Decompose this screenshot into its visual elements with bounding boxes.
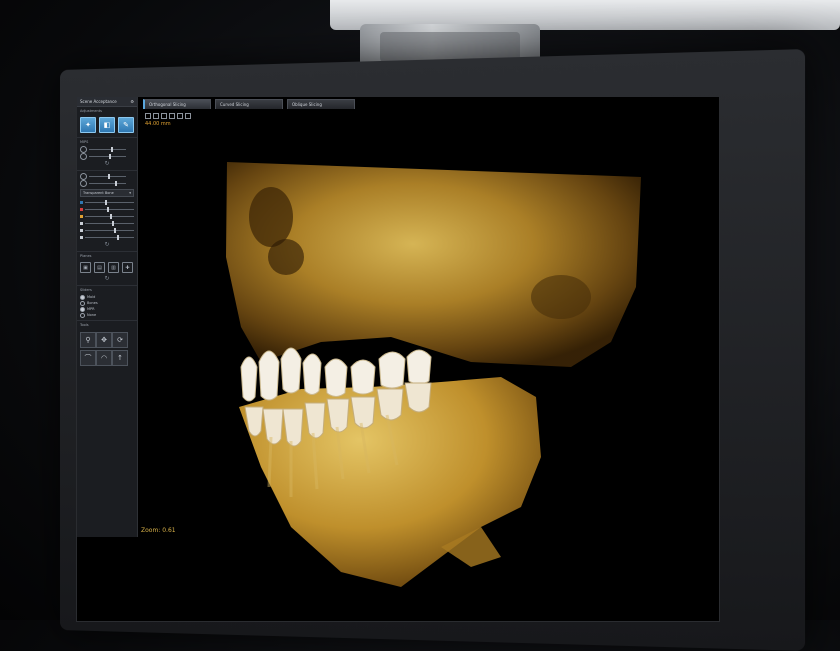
rotate-tool-icon[interactable]: ⟳ — [112, 332, 128, 348]
color-swatch-4 — [80, 222, 83, 225]
monitor-screen: Scene Acceptance ⚙ Adjustments ✦ ◧ ✎ MIP… — [76, 96, 720, 622]
tab-label: Oblique Slicing — [292, 102, 322, 107]
render-mode-button-1[interactable]: ✦ — [80, 117, 96, 133]
pan-tool-icon[interactable]: ✥ — [96, 332, 112, 348]
preset-dropdown[interactable]: Transparent Bone ▾ — [80, 189, 134, 197]
viewer-toolbar — [145, 113, 191, 119]
implant-tool-icon[interactable]: ↑ — [112, 350, 128, 366]
opacity-slider[interactable] — [80, 173, 134, 180]
toolbar-icon-2[interactable] — [153, 113, 159, 119]
tab-orthogonal-slicing[interactable]: Orthogonal Slicing — [143, 99, 211, 109]
tooth-tool-icon[interactable]: ◠ — [96, 350, 112, 366]
settings-icon[interactable]: ⚙ — [130, 99, 134, 104]
zoom-tool-icon[interactable]: ⚲ — [80, 332, 96, 348]
color-slider-2[interactable] — [80, 206, 134, 213]
3d-skull-view[interactable] — [141, 127, 719, 622]
brightness-icon — [80, 146, 87, 153]
radio-none[interactable]: None — [80, 312, 134, 318]
adjustments-section: Adjustments ✦ ◧ ✎ — [77, 107, 137, 138]
plane-axial-icon[interactable]: ▣ — [80, 262, 91, 273]
panel-header: Scene Acceptance ⚙ — [77, 97, 137, 107]
toolbar-icon-5[interactable] — [177, 113, 183, 119]
reset-icon[interactable]: ↻ — [80, 160, 134, 168]
preset-value: Transparent Bone — [83, 191, 114, 195]
reset-icon[interactable]: ↻ — [80, 241, 134, 249]
color-slider-5[interactable] — [80, 227, 134, 234]
radio-mpr-label: MPR — [87, 307, 95, 311]
planes-title: Planes — [80, 254, 92, 258]
diamond-icon — [80, 180, 87, 187]
tab-oblique-slicing[interactable]: Oblique Slicing — [287, 99, 355, 109]
panel-header-title: Scene Acceptance — [80, 99, 117, 104]
rendering-section: Transparent Bone ▾ ↻ — [77, 171, 137, 252]
tab-label: Curved Slicing — [220, 102, 249, 107]
mips-section: MIPS ↻ — [77, 138, 137, 171]
control-panel: Scene Acceptance ⚙ Adjustments ✦ ◧ ✎ MIP… — [77, 97, 138, 537]
color-slider-3[interactable] — [80, 213, 134, 220]
tools-title: Tools — [80, 323, 89, 327]
color-swatch-2 — [80, 208, 83, 211]
color-swatch-3 — [80, 215, 83, 218]
toolbar-icon-1[interactable] — [145, 113, 151, 119]
radio-mold-label: Mold — [87, 295, 96, 299]
tab-label: Orthogonal Slicing — [149, 102, 186, 107]
ruler-tool-icon[interactable]: ⌒ — [80, 350, 96, 366]
plane-sagittal-icon[interactable]: ▥ — [108, 262, 119, 273]
brightness-slider[interactable] — [80, 146, 134, 153]
chevron-down-icon: ▾ — [129, 191, 131, 195]
toolbar-icon-6[interactable] — [185, 113, 191, 119]
adjustments-title: Adjustments — [80, 109, 102, 113]
threshold-slider[interactable] — [80, 180, 134, 187]
contrast-slider[interactable] — [80, 153, 134, 160]
planes-section: Planes ▣ ▤ ▥ ✚ ↻ — [77, 252, 137, 286]
render-mode-button-2[interactable]: ◧ — [99, 117, 115, 133]
plane-coronal-icon[interactable]: ▤ — [94, 262, 105, 273]
radio-none-label: None — [87, 313, 97, 317]
toolbar-icon-3[interactable] — [161, 113, 167, 119]
render-mode-button-3[interactable]: ✎ — [118, 117, 134, 133]
color-slider-6[interactable] — [80, 234, 134, 241]
tab-curved-slicing[interactable]: Curved Slicing — [215, 99, 283, 109]
toolbar-icon-4[interactable] — [169, 113, 175, 119]
color-swatch-5 — [80, 229, 83, 232]
color-slider-4[interactable] — [80, 220, 134, 227]
tools-section: Tools ⚲ ✥ ⟳ ⌒ ◠ ↑ — [77, 321, 137, 368]
radio-bones-label: Bones — [87, 301, 98, 305]
plane-oblique-icon[interactable]: ✚ — [122, 262, 133, 273]
contrast-icon — [80, 153, 87, 160]
sliders-section: Sliders Mold Bones MPR None — [77, 286, 137, 321]
sun-icon — [80, 173, 87, 180]
color-swatch-6 — [80, 236, 83, 239]
zoom-readout: Zoom: 0.61 — [141, 527, 176, 534]
color-slider-1[interactable] — [80, 199, 134, 206]
view-tabs: Orthogonal Slicing Curved Slicing Obliqu… — [143, 99, 355, 109]
color-swatch-1 — [80, 201, 83, 204]
reset-icon[interactable]: ↻ — [80, 275, 134, 283]
